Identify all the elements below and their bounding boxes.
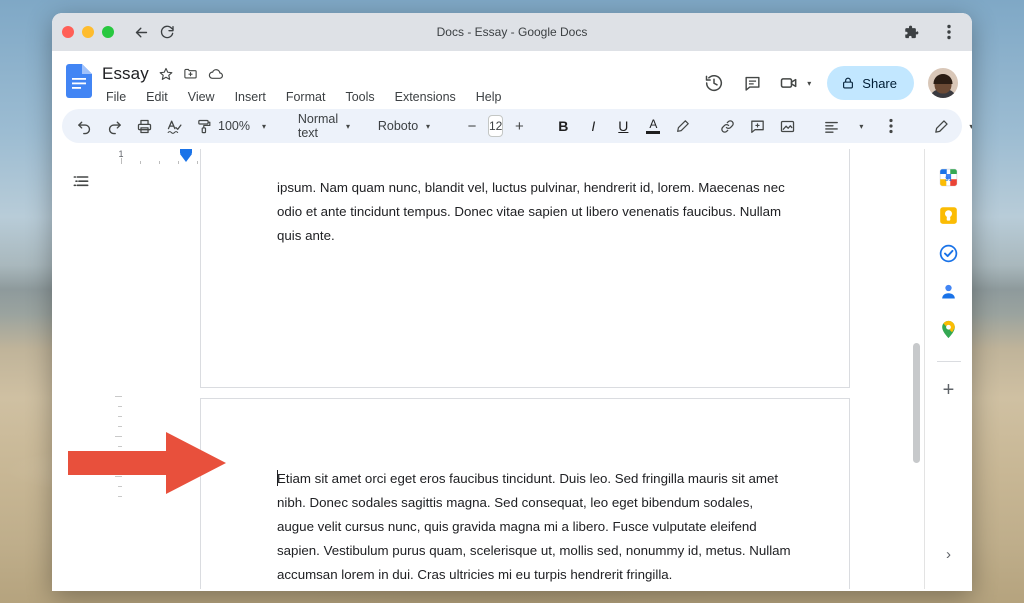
maximize-window-button[interactable] (102, 26, 114, 38)
paint-format-icon[interactable] (190, 112, 218, 140)
share-button[interactable]: Share (827, 66, 914, 100)
google-tasks-icon[interactable] (937, 241, 961, 265)
menu-insert[interactable]: Insert (232, 88, 269, 106)
google-side-panel: 31 (924, 149, 972, 589)
version-history-icon[interactable] (697, 66, 731, 100)
left-rail (52, 149, 110, 589)
reload-icon[interactable] (154, 19, 180, 45)
docs-menu-bar: File Edit View Insert Format Tools Exten… (102, 88, 505, 106)
back-arrow-icon[interactable] (128, 19, 154, 45)
window-traffic-lights (62, 26, 114, 38)
cloud-saved-icon[interactable] (208, 66, 224, 82)
red-arrow-pointer (68, 432, 228, 494)
ruler-number: 1 (118, 149, 123, 159)
zoom-caret-icon[interactable]: ▾ (250, 112, 278, 140)
indent-marker[interactable] (180, 154, 192, 162)
share-label: Share (862, 76, 897, 91)
menu-tools[interactable]: Tools (342, 88, 377, 106)
decrease-font-size-button[interactable]: − (458, 112, 486, 140)
comment-icon[interactable] (735, 66, 769, 100)
font-family-value[interactable]: Roboto (384, 112, 412, 140)
vertical-scrollbar[interactable] (912, 163, 921, 585)
vertical-scroll-thumb[interactable] (913, 343, 920, 463)
text-color-letter: A (649, 119, 657, 130)
puzzle-piece-icon[interactable] (898, 19, 924, 45)
close-window-button[interactable] (62, 26, 74, 38)
formatting-toolbar: 100% ▾ Normal text ▾ Roboto ▾ − 12 + B I… (62, 109, 962, 143)
user-avatar[interactable] (928, 68, 958, 98)
text-color-button[interactable]: A (639, 112, 667, 140)
vertical-ruler (110, 181, 124, 589)
menu-view[interactable]: View (185, 88, 218, 106)
browser-titlebar: Docs - Essay - Google Docs (52, 13, 972, 51)
video-camera-icon[interactable]: ▾ (773, 66, 817, 100)
underline-button[interactable]: U (609, 112, 637, 140)
align-caret-icon[interactable]: ▾ (847, 112, 875, 140)
document-outline-icon[interactable] (64, 165, 98, 199)
menu-help[interactable]: Help (473, 88, 505, 106)
menu-file[interactable]: File (103, 88, 129, 106)
minimize-window-button[interactable] (82, 26, 94, 38)
browser-tab-title: Docs - Essay - Google Docs (52, 25, 972, 39)
spellcheck-icon[interactable] (160, 112, 188, 140)
paragraph-style-value[interactable]: Normal text (304, 112, 332, 140)
italic-button[interactable]: I (579, 112, 607, 140)
document-page[interactable]: Etiam sit amet orci eget eros faucibus t… (200, 398, 850, 589)
document-title[interactable]: Essay (102, 64, 149, 84)
bold-button[interactable]: B (549, 112, 577, 140)
text-color-swatch (646, 131, 660, 134)
google-contacts-icon[interactable] (937, 279, 961, 303)
document-canvas[interactable]: 1 1 2 3 4 5 6 (110, 149, 924, 589)
meet-caret-icon[interactable]: ▾ (807, 79, 811, 88)
link-icon[interactable] (713, 112, 741, 140)
pages-canvas[interactable]: ipsum. Nam quam nunc, blandit vel, luctu… (110, 165, 924, 589)
expand-panel-icon[interactable]: › (946, 546, 951, 563)
document-page[interactable]: ipsum. Nam quam nunc, blandit vel, luctu… (200, 149, 850, 388)
svg-text:31: 31 (945, 176, 952, 183)
align-left-icon[interactable] (817, 112, 845, 140)
add-comment-icon[interactable] (743, 112, 771, 140)
style-caret-icon[interactable]: ▾ (334, 112, 362, 140)
redo-icon[interactable] (100, 112, 128, 140)
document-body-area: 1 1 2 3 4 5 6 (52, 149, 972, 589)
move-to-folder-icon[interactable] (183, 66, 198, 81)
add-app-button[interactable]: + (937, 378, 961, 402)
menu-extensions[interactable]: Extensions (392, 88, 459, 106)
menu-format[interactable]: Format (283, 88, 329, 106)
side-panel-divider (937, 361, 961, 362)
increase-font-size-button[interactable]: + (505, 112, 533, 140)
print-icon[interactable] (130, 112, 158, 140)
insert-image-icon[interactable] (773, 112, 801, 140)
more-options-icon[interactable] (877, 112, 905, 140)
menu-edit[interactable]: Edit (143, 88, 171, 106)
font-caret-icon[interactable]: ▾ (414, 112, 442, 140)
google-calendar-icon[interactable]: 31 (937, 165, 961, 189)
undo-icon[interactable] (70, 112, 98, 140)
text-cursor (277, 470, 278, 486)
pencil-icon[interactable] (927, 112, 955, 140)
star-icon[interactable] (159, 67, 173, 81)
page2-paragraph-1[interactable]: Etiam sit amet orci eget eros faucibus t… (277, 467, 793, 587)
highlight-pen-icon[interactable] (669, 112, 697, 140)
browser-window: Docs - Essay - Google Docs Essay (52, 13, 972, 591)
font-size-input[interactable]: 12 (488, 115, 503, 137)
google-docs-icon (66, 64, 92, 98)
google-maps-icon[interactable] (937, 317, 961, 341)
editing-mode-caret-icon[interactable]: ▾ (957, 112, 972, 140)
lock-icon (841, 76, 855, 90)
page1-paragraph[interactable]: ipsum. Nam quam nunc, blandit vel, luctu… (277, 176, 793, 248)
google-keep-icon[interactable] (937, 203, 961, 227)
docs-header: Essay File Edit View Insert Format Tools… (52, 51, 972, 109)
three-dot-menu-icon[interactable] (936, 19, 962, 45)
zoom-level-value[interactable]: 100% (220, 112, 248, 140)
